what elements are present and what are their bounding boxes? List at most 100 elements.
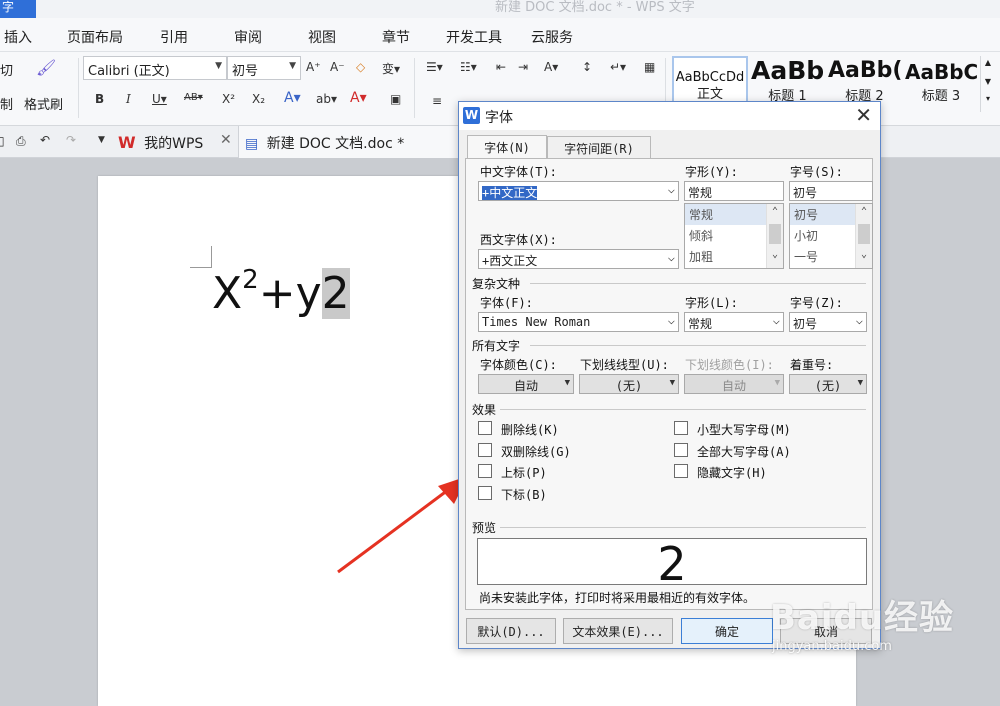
clear-format-icon[interactable]: ◇ (356, 60, 365, 74)
styles-scroll[interactable]: ▲ ▼ ▾ (980, 56, 995, 112)
save-icon[interactable]: ▯ (0, 134, 5, 148)
font-style-input[interactable]: 常规 (684, 181, 784, 201)
font-size-scrollbar[interactable]: ⌃ ⌄ (855, 204, 872, 268)
text-effect-icon[interactable]: A▾ (284, 90, 301, 106)
all-caps-label[interactable]: 全部大写字母(A) (697, 443, 791, 460)
chevron-down-icon[interactable]: ⌄ (856, 249, 872, 266)
char-scale-icon[interactable]: A▾ (544, 60, 558, 74)
cut-button[interactable]: 切 (0, 60, 13, 79)
menu-insert[interactable]: 插入 (4, 27, 32, 47)
table-icon[interactable]: ▦ (644, 60, 655, 74)
tab-document[interactable]: ▤ 新建 DOC 文档.doc * (238, 126, 460, 158)
scroll-thumb[interactable] (858, 224, 870, 244)
dialog-title-bar[interactable]: W 字体 ✕ (459, 102, 880, 130)
grow-font-icon[interactable]: A⁺ (306, 60, 321, 74)
strikethrough-icon[interactable]: AB▾ (184, 92, 203, 103)
highlight-icon[interactable]: ab▾ (316, 92, 337, 106)
format-painter-button[interactable]: 格式刷 (24, 94, 63, 113)
style-heading-1-sample: AaBb (751, 56, 824, 85)
copy-button[interactable]: 制 (0, 94, 13, 113)
double-strikethrough-checkbox[interactable] (478, 443, 492, 457)
chinese-font-select[interactable]: +中文正文 ⌵ (478, 181, 679, 201)
subscript-icon[interactable]: X₂ (252, 92, 265, 106)
menu-view[interactable]: 视图 (308, 27, 336, 47)
small-caps-label[interactable]: 小型大写字母(M) (697, 421, 791, 438)
close-icon[interactable]: ✕ (855, 103, 872, 127)
show-marks-icon[interactable]: ↵▾ (610, 60, 626, 74)
font-color-select[interactable]: 自动 ▼ (478, 374, 574, 394)
menu-section[interactable]: 章节 (382, 27, 410, 47)
decrease-indent-icon[interactable]: ⇤ (496, 60, 506, 74)
font-color-icon[interactable]: A▾ (350, 90, 367, 106)
complex-font-select[interactable]: Times New Roman ⌵ (478, 312, 679, 332)
font-size-input[interactable]: 初号 (789, 181, 873, 201)
menu-review[interactable]: 审阅 (234, 27, 262, 47)
undo-icon[interactable]: ↶ (40, 133, 50, 147)
menu-cloud[interactable]: 云服务 (531, 27, 573, 47)
double-strikethrough-label[interactable]: 双删除线(G) (501, 443, 571, 460)
font-style-list[interactable]: 常规 倾斜 加粗 ⌃ ⌄ (684, 203, 784, 269)
menu-developer[interactable]: 开发工具 (446, 27, 502, 47)
document-text[interactable]: X2+y2 (212, 265, 350, 319)
font-name-combo[interactable]: Calibri (正文) ▼ (83, 56, 227, 80)
emphasis-select[interactable]: (无) ▼ (789, 374, 867, 394)
watermark: Baidu经验 jingyan.baidu.com (770, 590, 954, 654)
default-button[interactable]: 默认(D)... (466, 618, 556, 644)
scroll-thumb[interactable] (769, 224, 781, 244)
strikethrough-label[interactable]: 删除线(K) (501, 421, 559, 438)
selected-text[interactable]: 2 (321, 268, 350, 319)
ok-button[interactable]: 确定 (681, 618, 773, 644)
superscript-icon[interactable]: X² (222, 92, 235, 106)
subscript-checkbox[interactable] (478, 486, 492, 500)
tab-font[interactable]: 字体(N) (467, 135, 547, 159)
hidden-text-label[interactable]: 隐藏文字(H) (697, 464, 767, 481)
hidden-text-checkbox[interactable] (674, 464, 688, 478)
style-heading-3[interactable]: AaBbC 标题 3 (905, 56, 977, 106)
increase-indent-icon[interactable]: ⇥ (518, 60, 528, 74)
font-size-combo[interactable]: 初号 ▼ (227, 56, 301, 80)
align-left-icon[interactable]: ≡ (432, 94, 442, 108)
complex-size-select[interactable]: 初号 ⌵ (789, 312, 867, 332)
tab-character-spacing[interactable]: 字符间距(R) (547, 136, 651, 158)
close-icon[interactable]: ✕ (220, 132, 232, 148)
chevron-up-icon[interactable]: ▲ (981, 58, 995, 67)
chevron-up-icon[interactable]: ⌃ (767, 206, 783, 223)
menu-references[interactable]: 引用 (160, 27, 188, 47)
italic-icon[interactable]: I (126, 92, 131, 106)
tab-my-wps[interactable]: W 我的WPS ✕ (118, 126, 238, 158)
menu-page-layout[interactable]: 页面布局 (67, 27, 123, 47)
superscript-checkbox[interactable] (478, 464, 492, 478)
bullets-icon[interactable]: ☰▾ (426, 60, 443, 74)
chevron-up-icon[interactable]: ⌃ (856, 206, 872, 223)
small-caps-checkbox[interactable] (674, 421, 688, 435)
complex-style-select[interactable]: 常规 ⌵ (684, 312, 784, 332)
style-heading-2[interactable]: AaBb( 标题 2 (828, 56, 901, 106)
font-size-list[interactable]: 初号 小初 一号 ⌃ ⌄ (789, 203, 873, 269)
app-menu-tab[interactable]: 字 (0, 0, 36, 18)
subscript-label[interactable]: 下标(B) (501, 486, 547, 503)
format-painter-icon[interactable]: 🖌 (36, 58, 56, 77)
chevron-down-icon[interactable]: ▼ (98, 135, 105, 145)
numbering-icon[interactable]: ☷▾ (460, 60, 477, 74)
text-effects-button[interactable]: 文本效果(E)... (563, 618, 673, 644)
superscript-label[interactable]: 上标(P) (501, 464, 547, 481)
bold-icon[interactable]: B (95, 92, 104, 106)
redo-icon[interactable]: ↷ (66, 133, 76, 147)
strikethrough-checkbox[interactable] (478, 421, 492, 435)
chevron-down-icon[interactable]: ▼ (981, 77, 995, 86)
more-styles-icon[interactable]: ▾ (981, 94, 995, 103)
all-caps-checkbox[interactable] (674, 443, 688, 457)
chevron-down-icon[interactable]: ⌄ (767, 249, 783, 266)
underline-type-select[interactable]: (无) ▼ (579, 374, 679, 394)
wps-logo-icon: W (463, 107, 480, 124)
print-preview-icon[interactable]: ⎙ (16, 134, 26, 149)
phonetic-icon[interactable]: 变▾ (382, 60, 400, 77)
western-font-select[interactable]: +西文正文 ⌵ (478, 249, 679, 269)
font-style-scrollbar[interactable]: ⌃ ⌄ (766, 204, 783, 268)
sort-icon[interactable]: ↕ (582, 60, 592, 74)
style-normal[interactable]: AaBbCcDd 正文 (672, 56, 748, 106)
char-shading-icon[interactable]: ▣ (390, 92, 401, 106)
underline-icon[interactable]: U▾ (152, 92, 167, 106)
shrink-font-icon[interactable]: A⁻ (330, 60, 345, 74)
style-heading-1[interactable]: AaBb 标题 1 (751, 56, 824, 106)
